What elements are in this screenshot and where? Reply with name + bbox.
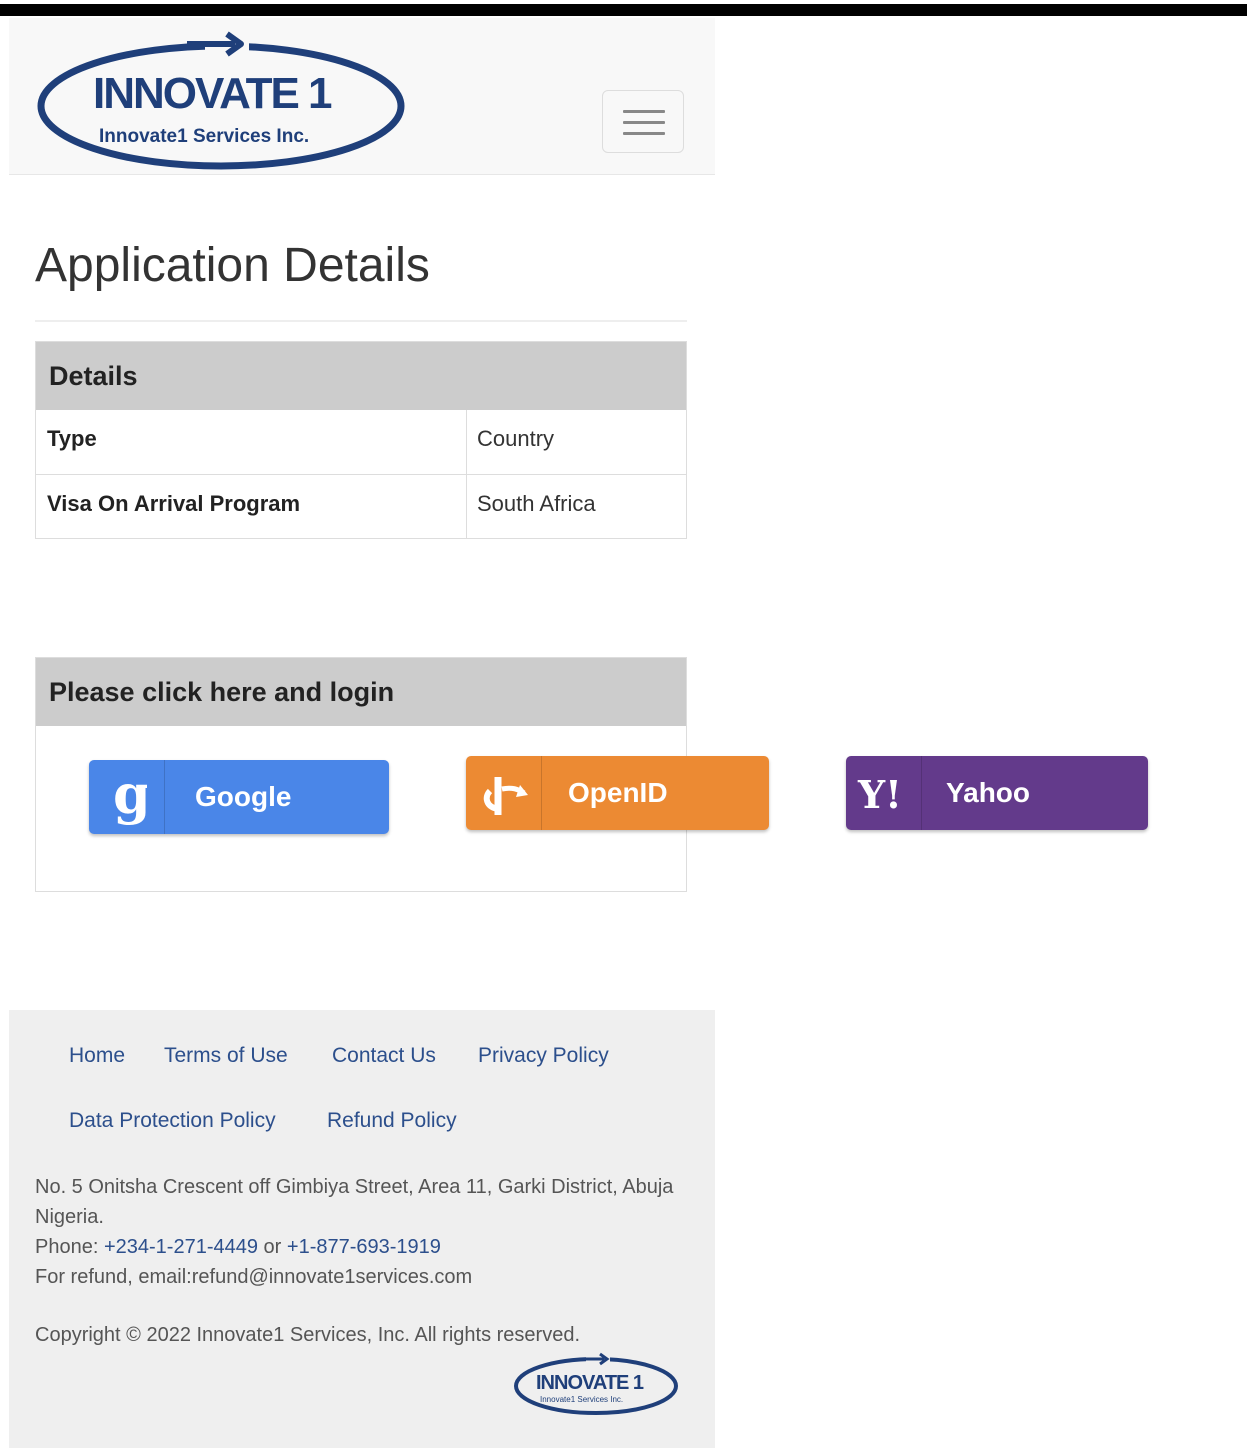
navbar: INNOVATE 1 Innovate1 Services Inc. — [9, 18, 715, 175]
footer-link-privacy[interactable]: Privacy Policy — [478, 1044, 609, 1068]
footer-phone: Phone: +234-1-271-4449 or +1-877-693-191… — [35, 1232, 675, 1262]
footer-refund: For refund, email:refund@innovate1servic… — [35, 1266, 473, 1288]
footer-logo-subtitle: Innovate1 Services Inc. — [540, 1395, 623, 1404]
google-icon: g — [89, 760, 165, 834]
login-heading: Please click here and login — [36, 658, 686, 726]
footer-link-home[interactable]: Home — [69, 1044, 125, 1068]
openid-login-label: OpenID — [568, 777, 668, 808]
details-panel: Details Type Country Visa On Arrival Pro… — [35, 341, 687, 539]
details-heading: Details — [36, 342, 686, 410]
logo-wordmark: INNOVATE 1 — [93, 69, 332, 118]
details-table: Type Country Visa On Arrival Program Sou… — [36, 410, 686, 538]
top-black-bar — [0, 4, 1247, 16]
details-program-label: Visa On Arrival Program — [36, 475, 467, 538]
menu-toggle-button[interactable] — [602, 90, 684, 153]
google-login-button[interactable]: g Google — [89, 760, 389, 834]
logo-subtitle: Innovate1 Services Inc. — [99, 126, 309, 147]
details-type-value: Country — [477, 426, 555, 451]
phone-or: or — [263, 1236, 282, 1258]
footer-logo-wordmark: INNOVATE 1 — [536, 1372, 644, 1394]
hamburger-bar — [623, 132, 665, 135]
table-row: Visa On Arrival Program South Africa — [36, 474, 686, 538]
hamburger-bar — [623, 121, 665, 124]
phone-label: Phone: — [35, 1236, 99, 1258]
google-login-label: Google — [195, 781, 292, 812]
table-row: Type Country — [36, 410, 686, 474]
openid-icon — [466, 756, 542, 830]
hamburger-icon — [623, 110, 665, 113]
yahoo-login-label: Yahoo — [946, 777, 1031, 808]
footer-copyright: Copyright © 2022 Innovate1 Services, Inc… — [35, 1324, 581, 1346]
svg-text:Y!: Y! — [857, 772, 902, 817]
footer: Home Terms of Use Contact Us Privacy Pol… — [9, 1010, 715, 1448]
brand-logo[interactable]: INNOVATE 1 Innovate1 Services Inc. — [37, 30, 409, 175]
svg-text:g: g — [113, 769, 147, 825]
footer-link-terms[interactable]: Terms of Use — [164, 1044, 288, 1068]
details-program-value: South Africa — [477, 491, 596, 516]
footer-link-data-protection[interactable]: Data Protection Policy — [69, 1109, 276, 1133]
openid-login-button[interactable]: OpenID — [466, 756, 769, 830]
footer-link-contact[interactable]: Contact Us — [332, 1044, 436, 1068]
footer-address: No. 5 Onitsha Crescent off Gimbiya Stree… — [35, 1176, 674, 1228]
phone-link-2[interactable]: +1-877-693-1919 — [287, 1236, 441, 1258]
yahoo-login-button[interactable]: Y! Yahoo — [846, 756, 1148, 830]
footer-link-refund[interactable]: Refund Policy — [327, 1109, 457, 1133]
page-title: Application Details — [35, 239, 430, 292]
title-divider — [35, 320, 687, 322]
details-type-label: Type — [36, 410, 467, 474]
footer-contact: No. 5 Onitsha Crescent off Gimbiya Stree… — [35, 1172, 675, 1292]
phone-link-1[interactable]: +234-1-271-4449 — [104, 1236, 258, 1258]
yahoo-icon: Y! — [846, 756, 922, 830]
footer-logo: INNOVATE 1 Innovate1 Services Inc. — [512, 1350, 682, 1423]
